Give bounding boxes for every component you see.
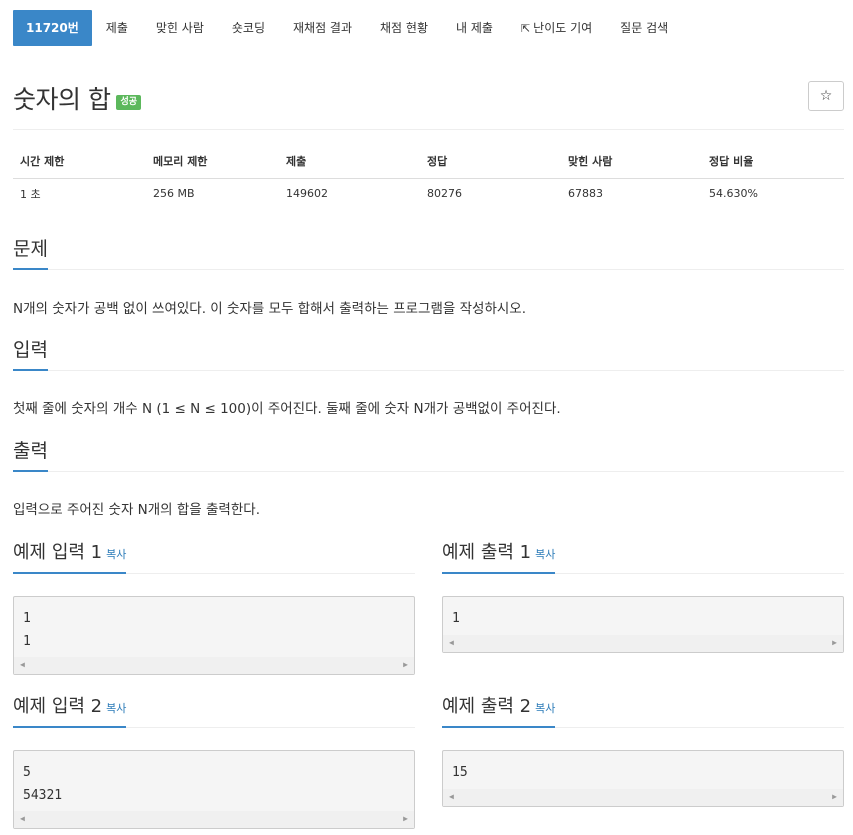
output-title: 출력 <box>13 436 48 472</box>
sample-input-2-title: 예제 입력 2 복사 <box>13 692 127 728</box>
sample-input-1-header: 예제 입력 1 복사 <box>13 538 415 574</box>
nav-my-submissions[interactable]: 내 제출 <box>442 10 507 46</box>
stats-header-submissions: 제출 <box>279 144 420 179</box>
scroll-left-icon[interactable]: ◀ <box>449 792 454 801</box>
horizontal-scrollbar[interactable]: ◀ ▶ <box>14 657 414 674</box>
sample-input-1-copy-link[interactable]: 복사 <box>106 548 126 561</box>
title-divider <box>13 129 844 130</box>
nav-submit[interactable]: 제출 <box>92 10 142 46</box>
external-link-icon: ⇱ <box>520 22 531 35</box>
horizontal-scrollbar[interactable]: ◀ ▶ <box>443 789 843 806</box>
output-text: 입력으로 주어진 숫자 N개의 합을 출력한다. <box>13 502 260 518</box>
sample-output-2-label: 예제 출력 2 <box>442 696 532 717</box>
input-text: 첫째 줄에 숫자의 개수 N (1 ≤ N ≤ 100)이 주어진다. 둘째 줄… <box>13 401 561 417</box>
sample-input-1-content: 11 <box>14 597 414 653</box>
scroll-right-icon[interactable]: ▶ <box>403 660 408 669</box>
sample-output-2-copy-link[interactable]: 복사 <box>535 702 555 715</box>
code-line: 1 <box>23 611 31 626</box>
sample-output-1-title: 예제 출력 1 복사 <box>442 538 556 574</box>
sample-output-1-box[interactable]: 1 ◀ ▶ <box>442 596 844 653</box>
description-title: 문제 <box>13 234 48 270</box>
nav-rejudge-result[interactable]: 재채점 결과 <box>279 10 366 46</box>
description-header: 문제 <box>13 234 844 270</box>
input-title: 입력 <box>13 335 48 371</box>
description-text: N개의 숫자가 공백 없이 쓰여있다. 이 숫자를 모두 합해서 출력하는 프로… <box>13 301 527 317</box>
sample-output-2-header: 예제 출력 2 복사 <box>442 692 844 728</box>
sample-input-2-box[interactable]: 5 54321 ◀ ▶ <box>13 750 415 829</box>
sample-output-1-header: 예제 출력 1 복사 <box>442 538 844 574</box>
sample-output-1-copy-link[interactable]: 복사 <box>535 548 555 561</box>
stats-header-row: 시간 제한 메모리 제한 제출 정답 맞힌 사람 정답 비율 <box>13 144 844 179</box>
sample-input-1-label: 예제 입력 1 <box>13 542 103 563</box>
page-title: 숫자의 합 <box>13 85 111 114</box>
stats-solved-users: 67883 <box>568 187 603 201</box>
sample-input-1-box[interactable]: 11 ◀ ▶ <box>13 596 415 675</box>
nav-solved-users[interactable]: 맞힌 사람 <box>142 10 218 46</box>
horizontal-scrollbar[interactable]: ◀ ▶ <box>443 635 843 652</box>
stats-value-row: 1 초 256 MB 149602 80276 67883 54.630% <box>13 178 844 209</box>
sample-output-1-content: 1 <box>443 597 843 630</box>
code-line: 1 <box>23 634 31 649</box>
scroll-right-icon[interactable]: ▶ <box>832 638 837 647</box>
code-line: 54321 <box>23 788 63 803</box>
sample-output-2-content: 15 <box>443 751 843 784</box>
scroll-left-icon[interactable]: ◀ <box>20 814 25 823</box>
problem-stats-table: 시간 제한 메모리 제한 제출 정답 맞힌 사람 정답 비율 1 초 256 M… <box>13 144 844 209</box>
nav-difficulty-contrib[interactable]: ⇱ 난이도 기여 <box>507 10 606 46</box>
problem-nav: 11720번 제출 맞힌 사람 숏코딩 재채점 결과 채점 현황 내 제출 ⇱ 난… <box>13 10 682 46</box>
stats-accepted: 80276 <box>427 187 462 201</box>
sample-input-1-title: 예제 입력 1 복사 <box>13 538 127 574</box>
horizontal-scrollbar[interactable]: ◀ ▶ <box>14 811 414 828</box>
stats-submissions: 149602 <box>286 187 328 201</box>
code-line: 5 <box>23 765 31 780</box>
sample-output-2-box[interactable]: 15 ◀ ▶ <box>442 750 844 807</box>
nav-judge-status[interactable]: 채점 현황 <box>366 10 442 46</box>
nav-short-coding[interactable]: 숏코딩 <box>218 10 279 46</box>
sample-input-2-header: 예제 입력 2 복사 <box>13 692 415 728</box>
stats-time-limit: 1 초 <box>20 187 41 201</box>
stats-header-memory-limit: 메모리 제한 <box>146 144 279 179</box>
nav-problem-id[interactable]: 11720번 <box>13 10 92 46</box>
sample-output-1-label: 예제 출력 1 <box>442 542 532 563</box>
output-header: 출력 <box>13 436 844 472</box>
input-header: 입력 <box>13 335 844 371</box>
star-icon: ☆ <box>819 88 833 104</box>
nav-question-search[interactable]: 질문 검색 <box>606 10 682 46</box>
title-row: 숫자의 합 성공 <box>13 80 142 116</box>
sample-input-2-copy-link[interactable]: 복사 <box>106 702 126 715</box>
scroll-right-icon[interactable]: ▶ <box>403 814 408 823</box>
code-line: 15 <box>452 765 468 780</box>
nav-difficulty-label: 난이도 기여 <box>533 21 593 35</box>
sample-input-2-content: 5 54321 <box>14 751 414 807</box>
stats-header-ratio: 정답 비율 <box>702 144 844 179</box>
scroll-left-icon[interactable]: ◀ <box>449 638 454 647</box>
status-badge: 성공 <box>116 94 142 110</box>
stats-header-time-limit: 시간 제한 <box>13 144 146 179</box>
sample-output-2-title: 예제 출력 2 복사 <box>442 692 556 728</box>
star-button[interactable]: ☆ <box>808 81 844 111</box>
sample-input-2-label: 예제 입력 2 <box>13 696 103 717</box>
scroll-right-icon[interactable]: ▶ <box>832 792 837 801</box>
scroll-left-icon[interactable]: ◀ <box>20 660 25 669</box>
stats-ratio: 54.630% <box>709 187 758 201</box>
stats-header-accepted: 정답 <box>420 144 561 179</box>
code-line: 1 <box>452 611 460 626</box>
stats-header-solved-users: 맞힌 사람 <box>561 144 702 179</box>
stats-memory-limit: 256 MB <box>153 187 195 201</box>
